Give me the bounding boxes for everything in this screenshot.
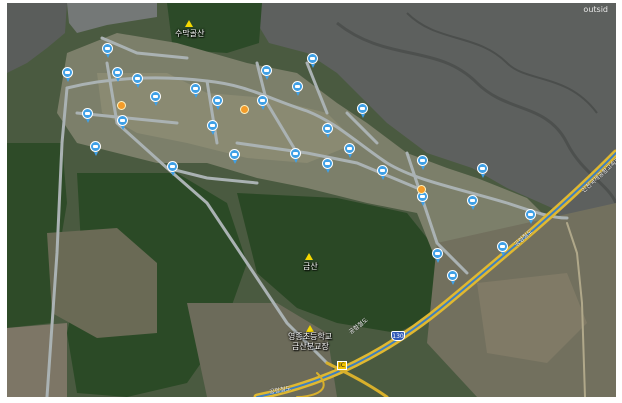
cctv-camera-icon[interactable]	[190, 83, 201, 98]
place-label-school-branch[interactable]: 금산분교장	[292, 341, 329, 352]
orange-circle-icon[interactable]	[117, 101, 126, 110]
cctv-camera-icon[interactable]	[377, 165, 388, 180]
cctv-camera-icon[interactable]	[212, 95, 223, 110]
satellite-map[interactable]: outsid 수막골산 금산 영종초등학교 금산분교장 130 IC 인천국제공…	[7, 3, 616, 397]
cctv-camera-icon[interactable]	[257, 95, 268, 110]
cctv-camera-icon[interactable]	[525, 209, 536, 224]
cctv-camera-icon[interactable]	[357, 103, 368, 118]
cctv-camera-icon[interactable]	[167, 161, 178, 176]
highway-shield-icon: 130	[391, 331, 405, 341]
cctv-camera-icon[interactable]	[467, 195, 478, 210]
cctv-camera-icon[interactable]	[432, 248, 443, 263]
cctv-camera-icon[interactable]	[447, 270, 458, 285]
corner-watermark: outsid	[583, 5, 608, 14]
cctv-camera-icon[interactable]	[117, 115, 128, 130]
cctv-camera-icon[interactable]	[229, 149, 240, 164]
cctv-camera-icon[interactable]	[62, 67, 73, 82]
cctv-camera-icon[interactable]	[207, 120, 218, 135]
orange-circle-icon[interactable]	[417, 185, 426, 194]
cctv-camera-icon[interactable]	[497, 241, 508, 256]
mountain-peak-icon	[185, 20, 193, 27]
cctv-camera-icon[interactable]	[112, 67, 123, 82]
cctv-camera-icon[interactable]	[344, 143, 355, 158]
cctv-camera-icon[interactable]	[150, 91, 161, 106]
cctv-camera-icon[interactable]	[90, 141, 101, 156]
cctv-camera-icon[interactable]	[307, 53, 318, 68]
place-label-geumsan[interactable]: 금산	[303, 261, 318, 272]
cctv-camera-icon[interactable]	[102, 43, 113, 58]
cctv-camera-icon[interactable]	[477, 163, 488, 178]
place-label-sumagolsan[interactable]: 수막골산	[175, 28, 204, 39]
cctv-camera-icon[interactable]	[132, 73, 143, 88]
cctv-camera-icon[interactable]	[82, 108, 93, 123]
cctv-camera-icon[interactable]	[417, 155, 428, 170]
cctv-camera-icon[interactable]	[322, 158, 333, 173]
interchange-icon: IC	[337, 361, 347, 370]
cctv-camera-icon[interactable]	[290, 148, 301, 163]
cctv-camera-icon[interactable]	[261, 65, 272, 80]
mountain-peak-icon	[305, 253, 313, 260]
cctv-camera-icon[interactable]	[322, 123, 333, 138]
cctv-camera-icon[interactable]	[292, 81, 303, 96]
orange-circle-icon[interactable]	[240, 105, 249, 114]
